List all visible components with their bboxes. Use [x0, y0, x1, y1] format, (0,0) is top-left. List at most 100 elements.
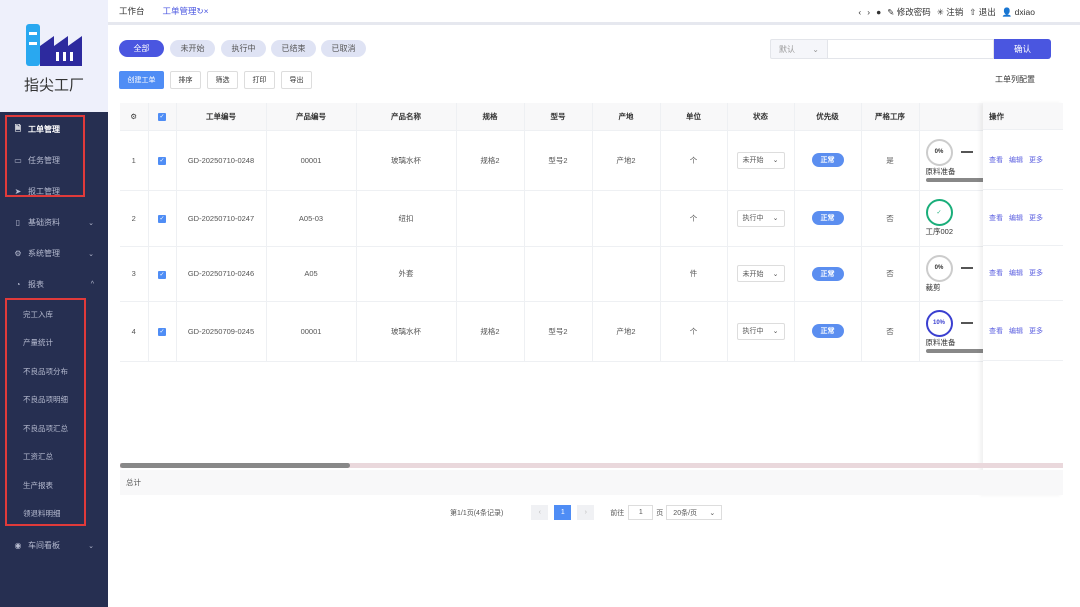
cancel-account-button[interactable]: ✳ 注销: [937, 6, 964, 18]
tab-workbench[interactable]: 工作台: [119, 5, 145, 17]
row-number: 1: [120, 130, 149, 191]
sidebar-item[interactable]: ◔ 报表 ^: [0, 269, 108, 300]
goto-page-input[interactable]: 1: [628, 505, 654, 520]
step-name: 原料准备: [925, 337, 956, 347]
forward-icon[interactable]: ›: [867, 7, 870, 17]
back-icon[interactable]: ‹: [858, 7, 861, 17]
cell-unit: 个: [660, 301, 728, 362]
horizontal-scrollbar[interactable]: [120, 463, 1063, 468]
process-progress: 0% 原料准备: [919, 130, 987, 191]
row-action-more[interactable]: 更多: [1029, 268, 1043, 278]
row-action-more[interactable]: 更多: [1029, 155, 1043, 165]
filter-pill[interactable]: 执行中: [221, 40, 266, 57]
column-header: 严格工序: [861, 103, 920, 131]
row-action-more[interactable]: 更多: [1029, 213, 1043, 223]
refresh-icon[interactable]: ↻: [197, 6, 204, 16]
row-action-view[interactable]: 查看: [989, 326, 1003, 336]
close-icon[interactable]: ×: [204, 6, 209, 16]
tab-order-management[interactable]: 工单管理↻×: [163, 5, 209, 17]
status-select[interactable]: 执行中 ⌄: [736, 322, 785, 340]
action-button[interactable]: 排序: [170, 71, 201, 89]
row-number: 2: [120, 190, 149, 247]
cell-unit: 件: [660, 246, 728, 302]
page-summary: 第1/1页(4条记录): [450, 509, 504, 517]
search-input[interactable]: [828, 39, 994, 59]
status-select-cell: 执行中 ⌄: [727, 301, 795, 362]
filter-pill[interactable]: 未开始: [170, 40, 215, 57]
column-header: 状态: [727, 103, 795, 131]
row-action-edit[interactable]: 编辑: [1009, 213, 1023, 223]
filter-pill[interactable]: 全部: [119, 40, 164, 57]
scrollbar-thumb[interactable]: [120, 463, 350, 468]
cell-origin: [592, 246, 661, 302]
column-header: 产地: [592, 103, 661, 131]
progress-scrollbar[interactable]: [925, 177, 985, 182]
factory-logo-icon: [26, 24, 82, 66]
cell-code: A05: [266, 246, 357, 302]
row-action-view[interactable]: 查看: [989, 268, 1003, 278]
confirm-button[interactable]: 确认: [994, 39, 1051, 59]
priority-cell: 正常: [794, 246, 862, 302]
table-row: 2 ✓ GD-20250710-0247 A05-03 纽扣个执行中 ⌄ 正常否 ✓ 工序002: [120, 190, 987, 247]
username: dxiao: [1014, 6, 1035, 17]
row-action-view[interactable]: 查看: [989, 155, 1003, 165]
status-select[interactable]: 未开始 ⌄: [736, 151, 785, 169]
select-value: 默认: [779, 44, 795, 54]
priority-badge: 正常: [811, 266, 844, 281]
row-checkbox[interactable]: ✓: [148, 246, 177, 302]
filter-pill[interactable]: 已结束: [271, 40, 316, 57]
row-action-edit[interactable]: 编辑: [1009, 268, 1023, 278]
user-menu[interactable]: 👤 dxiao: [1002, 7, 1035, 18]
step-name: 裁剪: [925, 282, 941, 292]
chevron-down-icon: ⌄: [772, 215, 779, 222]
progress-scrollbar[interactable]: [925, 348, 985, 353]
page-1-button[interactable]: 1: [554, 505, 572, 520]
status-select[interactable]: 执行中 ⌄: [736, 209, 785, 227]
next-page-button[interactable]: ›: [577, 505, 595, 520]
theme-icon[interactable]: ●: [876, 7, 881, 17]
pagination: 第1/1页(4条记录) ‹ 1 › 前往 1 页 20条/页 ⌄: [450, 505, 723, 520]
cell-spec: 规格2: [456, 301, 525, 362]
cell-unit: 个: [660, 190, 728, 247]
status-select[interactable]: 未开始 ⌄: [736, 265, 785, 282]
row-checkbox[interactable]: ✓: [148, 301, 177, 362]
row-action-more[interactable]: 更多: [1029, 326, 1043, 336]
row-actions: 查看 编辑 更多: [983, 130, 1063, 190]
page-size-select[interactable]: 20条/页 ⌄: [666, 505, 723, 520]
logout-button[interactable]: ⇧ 退出: [969, 6, 996, 18]
cell-code: A05-03: [266, 190, 357, 247]
sidebar-item[interactable]: ⚙ 系统管理 ⌄: [0, 238, 108, 269]
prev-page-button[interactable]: ‹: [531, 505, 549, 520]
search-type-select[interactable]: 默认 ⌄: [770, 39, 828, 59]
column-header: 规格: [456, 103, 525, 131]
row-action-view[interactable]: 查看: [989, 213, 1003, 223]
logo: 指尖工厂: [0, 0, 108, 112]
action-button[interactable]: 打印: [244, 71, 275, 89]
eye-icon: ◉: [14, 541, 22, 550]
sidebar-item[interactable]: ▯ 基础资料 ⌄: [0, 207, 108, 238]
row-checkbox[interactable]: ✓: [148, 130, 177, 191]
cell-name: 外套: [356, 246, 457, 302]
action-button[interactable]: 创建工单: [119, 71, 164, 89]
highlight-box: [5, 298, 86, 526]
priority-cell: 正常: [794, 301, 862, 362]
app-name: 指尖工厂: [23, 77, 84, 94]
progress-circle: 10%: [925, 309, 953, 337]
change-password-button[interactable]: ✎ 修改密码: [887, 6, 931, 18]
row-checkbox[interactable]: ✓: [148, 190, 177, 247]
order-table: ⚙ ✓ 工单编号 产品编号 产品名称 规格 型号 产地 单位 状态 优先级 严格工序 1 ✓ GD-202…: [120, 103, 987, 362]
row-action-edit[interactable]: 编辑: [1009, 326, 1023, 336]
select-all-checkbox[interactable]: ✓: [148, 103, 177, 131]
sidebar-item-workshop-board[interactable]: ◉ 车间看板 ⌄: [0, 530, 108, 561]
cell-order: GD-20250710-0247: [176, 190, 267, 247]
chevron-down-icon: ⌄: [812, 44, 819, 54]
column-config-link[interactable]: 工单列配置: [995, 74, 1035, 85]
action-button[interactable]: 筛选: [207, 71, 238, 89]
row-action-edit[interactable]: 编辑: [1009, 155, 1023, 165]
operations-column: 操作 查看 编辑 更多 查看 编辑 更多 查看 编辑 更多 查看 编辑 更多: [983, 103, 1063, 495]
sidebar-item-label: 车间看板: [28, 541, 60, 550]
filter-pill[interactable]: 已取消: [321, 40, 366, 57]
action-button[interactable]: 导出: [281, 71, 312, 89]
table-row: 4 ✓ GD-20250709-0245 00001 玻璃水杯 规格2 型号2 产地2 个执行中…: [120, 301, 987, 362]
column-settings-icon[interactable]: ⚙: [120, 103, 149, 131]
